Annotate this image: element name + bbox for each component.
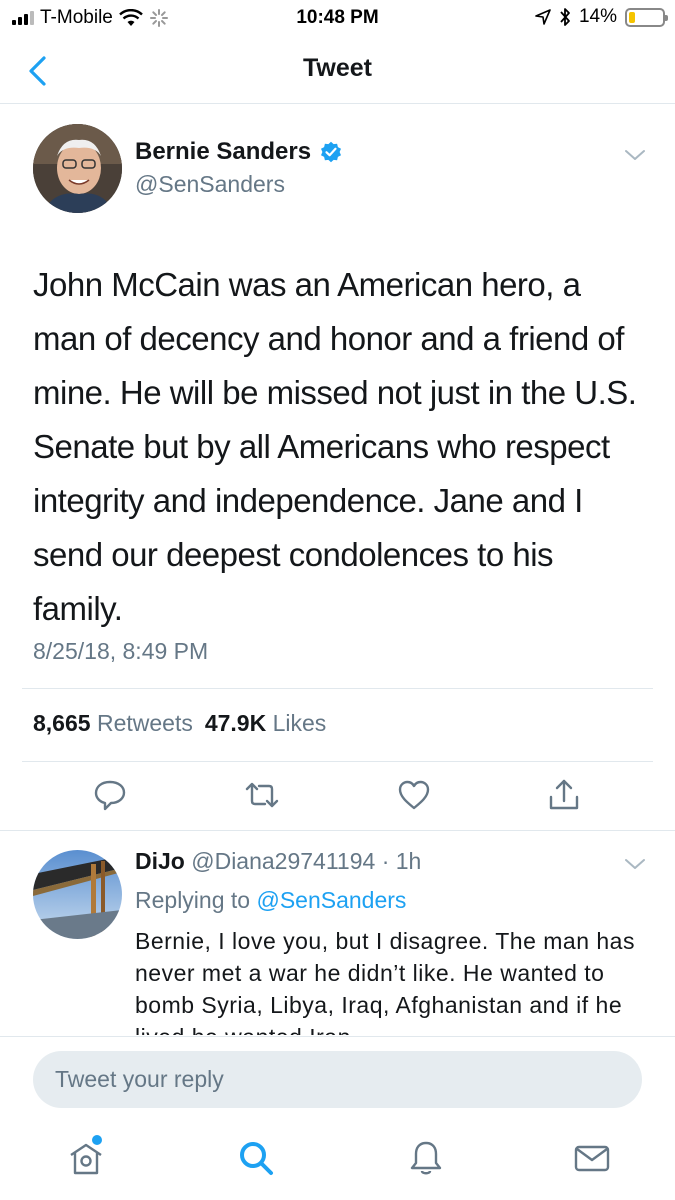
nav-bar: Tweet: [0, 36, 675, 104]
divider: [0, 830, 675, 831]
reply-author-handle[interactable]: @Diana29741194: [191, 848, 375, 874]
reply-composer: [0, 1036, 675, 1120]
author-avatar[interactable]: [33, 124, 122, 213]
messages-envelope-icon[interactable]: [572, 1138, 612, 1178]
tweet-text: John McCain was an American hero, a man …: [33, 266, 637, 627]
battery-percent: 14%: [578, 6, 617, 27]
page-title: Tweet: [303, 54, 372, 82]
verified-badge-icon: [321, 141, 342, 163]
retweets-stat[interactable]: 8,665 Retweets: [33, 710, 193, 737]
reply-avatar-image: [33, 850, 122, 939]
home-notification-dot: [92, 1135, 102, 1145]
tweet-options-chevron-icon[interactable]: [624, 148, 646, 162]
author-name-row: Bernie Sanders: [135, 138, 343, 166]
divider: [22, 688, 653, 689]
likes-stat[interactable]: 47.9K Likes: [205, 710, 326, 737]
battery-icon: [625, 7, 668, 27]
reply-icon[interactable]: [92, 777, 128, 813]
reply-options-chevron-icon[interactable]: [624, 857, 646, 871]
replying-to-mention[interactable]: @SenSanders: [256, 887, 406, 913]
notifications-bell-icon[interactable]: [406, 1138, 446, 1178]
replying-to-label: Replying to: [135, 887, 251, 913]
reply-header: DiJo @Diana29741194 · 1h: [135, 848, 421, 875]
author-handle[interactable]: @SenSanders: [135, 171, 285, 198]
likes-label: Likes: [272, 710, 327, 736]
tweet-stats: 8,665 Retweets 47.9K Likes: [33, 710, 326, 737]
reply-input[interactable]: [33, 1051, 642, 1108]
retweets-count: 8,665: [33, 710, 91, 736]
author-name[interactable]: Bernie Sanders: [135, 138, 311, 166]
author-avatar-image: [33, 124, 122, 213]
likes-count: 47.9K: [204, 710, 267, 736]
tab-bar: [0, 1120, 675, 1200]
retweet-icon[interactable]: [244, 777, 280, 813]
tweet-timestamp: 8/25/18, 8:49 PM: [33, 638, 209, 664]
bluetooth-icon: [560, 8, 570, 26]
status-right: 14%: [535, 6, 668, 28]
location-arrow-icon: [535, 9, 551, 25]
search-icon[interactable]: [236, 1138, 276, 1178]
reply-avatar[interactable]: [33, 850, 122, 939]
share-icon[interactable]: [546, 777, 582, 813]
divider: [22, 761, 653, 762]
replying-to-line: Replying to @SenSanders: [135, 887, 406, 914]
reply-age: · 1h: [381, 848, 422, 874]
reply-author-name[interactable]: DiJo: [135, 848, 185, 874]
retweets-label: Retweets: [96, 710, 193, 736]
reply-text: Bernie, I love you, but I disagree. The …: [135, 928, 635, 1035]
status-bar: T-Mobile 10:48 PM 14%: [0, 0, 675, 36]
like-heart-icon[interactable]: [396, 777, 432, 813]
